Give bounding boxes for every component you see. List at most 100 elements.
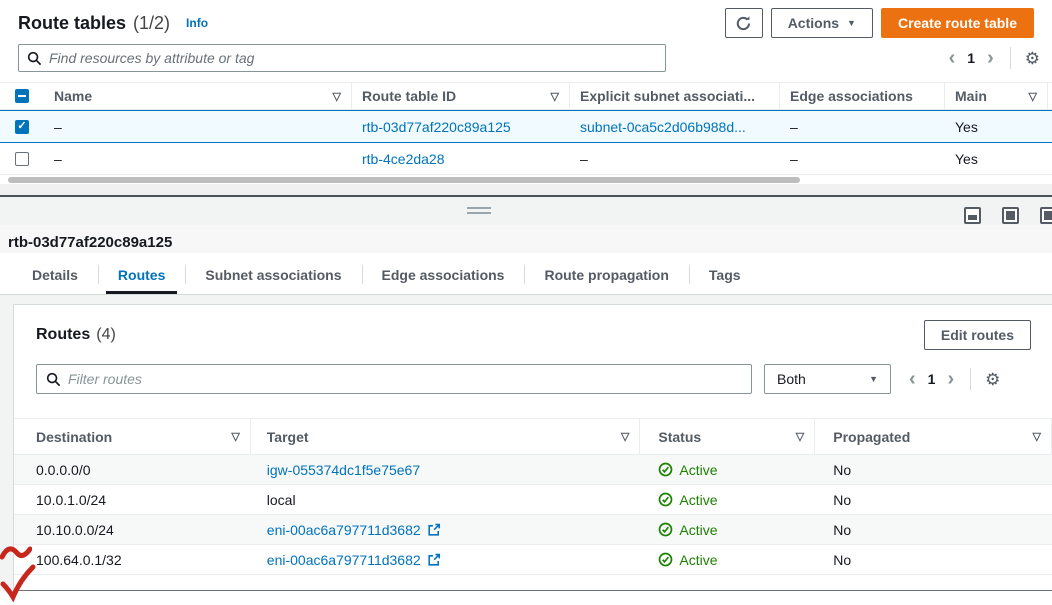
active-check-icon <box>658 552 673 567</box>
propagated-cell: No <box>815 515 1052 544</box>
selection-count: (1/2) <box>133 13 170 34</box>
page-prev-button[interactable]: ‹ <box>947 48 958 68</box>
row-checkbox-unchecked[interactable] <box>15 152 29 166</box>
search-input[interactable] <box>49 50 657 66</box>
edit-routes-button[interactable]: Edit routes <box>924 320 1031 350</box>
edge-cell: – <box>780 143 945 174</box>
status-badge: Active <box>658 462 717 478</box>
active-check-icon <box>658 522 673 537</box>
resource-search[interactable] <box>18 44 666 72</box>
sort-icon: ▽ <box>327 90 341 103</box>
routes-header-row: Destination ▽ Target ▽ Status ▽ Propagat… <box>14 419 1052 455</box>
tab-edge-associations[interactable]: Edge associations <box>362 255 525 294</box>
sort-icon: ▽ <box>225 430 239 443</box>
indeterminate-icon <box>18 95 26 97</box>
routes-settings-gear-icon[interactable]: ⚙ <box>985 371 1000 388</box>
routes-filter[interactable] <box>36 364 752 394</box>
sort-icon: ▽ <box>615 430 629 443</box>
active-check-icon <box>658 492 673 507</box>
column-header-name[interactable]: Name ▽ <box>44 83 352 109</box>
table-row[interactable]: ✓ – rtb-03d77af220c89a125 subnet-0ca5c2d… <box>0 110 1052 143</box>
status-badge: Active <box>658 552 717 568</box>
table-row[interactable]: – rtb-4ce2da28 – – Yes <box>0 143 1052 175</box>
edge-cell: – <box>780 111 945 142</box>
caret-down-icon: ▼ <box>847 19 856 28</box>
divider <box>1010 47 1011 69</box>
refresh-button[interactable] <box>725 8 763 38</box>
split-drag-handle[interactable] <box>467 207 491 217</box>
divider <box>970 368 971 390</box>
route-row: 10.0.1.0/24 local Active No <box>14 485 1052 515</box>
name-cell: – <box>44 111 352 142</box>
settings-gear-icon[interactable]: ⚙ <box>1025 50 1040 67</box>
target-link[interactable]: igw-055374dc1f5e75e67 <box>267 462 420 478</box>
column-header-destination[interactable]: Destination ▽ <box>14 419 251 454</box>
routes-title: Routes <box>36 326 90 344</box>
route-table-id-link[interactable]: rtb-4ce2da28 <box>362 151 445 167</box>
search-icon <box>27 51 42 66</box>
subnet-cell: – <box>570 143 780 174</box>
tab-routes[interactable]: Routes <box>98 255 185 294</box>
panel-layout-controls <box>964 207 1052 224</box>
external-link-icon <box>427 523 441 537</box>
scrollbar-thumb[interactable] <box>8 177 800 183</box>
column-header-explicit-subnet[interactable]: Explicit subnet associati... <box>570 83 780 109</box>
page-number: 1 <box>967 50 975 66</box>
page-next-button[interactable]: › <box>985 48 996 68</box>
column-header-status[interactable]: Status ▽ <box>640 419 815 454</box>
column-header-edge-associations[interactable]: Edge associations <box>780 83 945 109</box>
propagated-cell: No <box>815 455 1052 484</box>
actions-button[interactable]: Actions ▼ <box>771 8 873 38</box>
detail-tabs: Details Routes Subnet associations Edge … <box>0 255 1052 295</box>
tab-tags[interactable]: Tags <box>689 255 761 294</box>
active-check-icon <box>658 462 673 477</box>
info-link[interactable]: Info <box>186 16 208 30</box>
horizontal-scrollbar <box>0 175 1052 184</box>
caret-down-icon: ▼ <box>869 375 878 384</box>
routes-page-prev-button[interactable]: ‹ <box>907 369 918 389</box>
route-tables-table: Name ▽ Route table ID ▽ Explicit subnet … <box>0 82 1052 184</box>
destination-cell: 10.10.0.0/24 <box>14 515 251 544</box>
column-header-route-table-id[interactable]: Route table ID ▽ <box>352 83 570 109</box>
main-cell: Yes <box>945 143 1048 174</box>
destination-cell: 100.64.0.1/32 <box>14 545 251 574</box>
route-row: 10.10.0.0/24 eni-00ac6a797711d3682 Activ… <box>14 515 1052 545</box>
sort-icon: ▽ <box>545 90 559 103</box>
route-row: 100.64.0.1/32 eni-00ac6a797711d3682 Acti… <box>14 545 1052 575</box>
column-header-main[interactable]: Main ▽ <box>945 83 1048 109</box>
destination-cell: 0.0.0.0/0 <box>14 455 251 484</box>
external-link-icon <box>427 553 441 567</box>
route-table-id-link[interactable]: rtb-03d77af220c89a125 <box>362 119 511 135</box>
column-header-target[interactable]: Target ▽ <box>251 419 641 454</box>
search-row: ‹ 1 › ⚙ <box>0 40 1052 72</box>
tab-details[interactable]: Details <box>12 255 98 294</box>
scope-select[interactable]: Both ▼ <box>764 364 891 394</box>
subnet-association-link[interactable]: subnet-0ca5c2d06b988d... <box>580 119 746 135</box>
panel-side-layout-icon[interactable] <box>1040 207 1052 224</box>
routes-card: Routes (4) Edit routes Both ▼ ‹ 1 › <box>13 304 1052 591</box>
status-badge: Active <box>658 522 717 538</box>
propagated-cell: No <box>815 485 1052 514</box>
target-link[interactable]: eni-00ac6a797711d3682 <box>267 522 421 538</box>
tab-route-propagation[interactable]: Route propagation <box>524 255 688 294</box>
refresh-icon <box>735 15 752 32</box>
select-all-cell <box>0 83 44 109</box>
create-route-table-button[interactable]: Create route table <box>881 8 1034 38</box>
status-badge: Active <box>658 492 717 508</box>
select-all-checkbox[interactable] <box>15 89 29 103</box>
column-header-propagated[interactable]: Propagated ▽ <box>815 419 1052 454</box>
detail-content: Routes (4) Edit routes Both ▼ ‹ 1 › <box>0 295 1052 591</box>
routes-filter-row: Both ▼ ‹ 1 › ⚙ <box>14 358 1052 406</box>
target-link[interactable]: eni-00ac6a797711d3682 <box>267 552 421 568</box>
main-cell: Yes <box>945 111 1048 142</box>
destination-cell: 10.0.1.0/24 <box>14 485 251 514</box>
routes-count: (4) <box>96 326 116 344</box>
row-checkbox-checked[interactable]: ✓ <box>15 120 29 134</box>
routes-page-next-button[interactable]: › <box>945 369 956 389</box>
tab-subnet-associations[interactable]: Subnet associations <box>185 255 361 294</box>
routes-table: Destination ▽ Target ▽ Status ▽ Propagat… <box>14 418 1052 575</box>
routes-filter-input[interactable] <box>68 371 742 387</box>
panel-bottom-layout-icon[interactable] <box>964 207 981 224</box>
panel-full-layout-icon[interactable] <box>1002 207 1019 224</box>
page-header: Route tables (1/2) Info Actions ▼ Create… <box>0 0 1052 40</box>
